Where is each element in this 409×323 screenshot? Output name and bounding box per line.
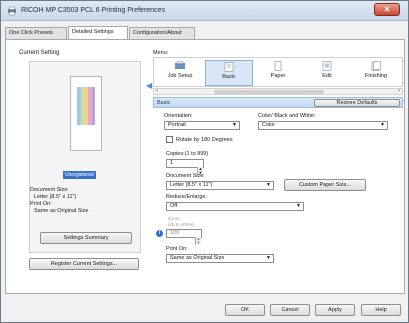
copies-spinner[interactable]: 1 ▲ ▼ bbox=[166, 159, 204, 175]
menu-item-edit[interactable]: Edit bbox=[303, 60, 351, 86]
cancel-button[interactable]: Cancel bbox=[270, 304, 310, 316]
close-button[interactable]: ✕ bbox=[374, 3, 400, 16]
doc-size-label: Document Size: bbox=[30, 187, 69, 193]
zoom-range-label: (25 to 400%) bbox=[168, 222, 194, 227]
menu-item-label: Basic bbox=[222, 74, 236, 80]
register-current-settings-button[interactable]: Register Current Settings... bbox=[29, 258, 139, 270]
zoom-spinner[interactable]: 100 ▲ ▼ bbox=[166, 229, 202, 245]
printing-preferences-window: RICOH MP C3503 PCL 6 Printing Preference… bbox=[0, 0, 409, 323]
color-select[interactable]: Color ▼ bbox=[258, 121, 388, 130]
scroll-thumb[interactable] bbox=[214, 90, 324, 94]
chevron-down-icon: ▼ bbox=[380, 122, 385, 128]
menu-item-label: Finishing bbox=[364, 73, 387, 79]
current-setting-panel: Current Setting Unregistered Document Si… bbox=[14, 46, 142, 288]
collapse-arrow-icon[interactable]: ◀ bbox=[146, 81, 152, 90]
rotate-checkbox[interactable] bbox=[166, 136, 173, 143]
doc-size-value: Letter (8.5" x 11") bbox=[34, 194, 77, 200]
window-title: RICOH MP C3503 PCL 6 Printing Preference… bbox=[21, 7, 165, 14]
chevron-down-icon: ▼ bbox=[266, 255, 271, 261]
tab-one-click-presets[interactable]: One Click Presets bbox=[5, 27, 67, 39]
chevron-down-icon: ▼ bbox=[296, 203, 301, 209]
ok-button[interactable]: OK bbox=[225, 304, 265, 316]
info-icon: i bbox=[156, 230, 163, 237]
help-button[interactable]: Help bbox=[361, 304, 401, 316]
paper-icon bbox=[274, 61, 282, 71]
copies-value: 1 bbox=[170, 160, 174, 166]
basic-section-header: Basic Restore Defaults bbox=[153, 97, 403, 108]
settings-summary-button[interactable]: Settings Summary bbox=[40, 232, 132, 244]
reduce-enlarge-label: Reduce/Enlarge: bbox=[166, 194, 207, 200]
job-setup-icon bbox=[175, 61, 185, 69]
orientation-select[interactable]: Portrait ▼ bbox=[164, 121, 240, 130]
color-label: Color/ Black and White: bbox=[258, 113, 316, 119]
basic-icon bbox=[224, 62, 234, 72]
title-bar: RICOH MP C3503 PCL 6 Printing Preference… bbox=[1, 1, 408, 21]
doc-size-field-label: Document Size: bbox=[166, 173, 205, 179]
document-size-value: Letter (8.5" x 11") bbox=[170, 182, 213, 188]
apply-button[interactable]: Apply bbox=[315, 304, 355, 316]
restore-defaults-button[interactable]: Restore Defaults bbox=[314, 99, 400, 107]
menu-item-finishing[interactable]: Finishing bbox=[352, 60, 400, 86]
menu-item-label: Edit bbox=[322, 73, 332, 79]
printer-icon bbox=[8, 6, 16, 16]
menu-item-label: Paper bbox=[270, 73, 286, 79]
copies-label: Copies:(1 to 999) bbox=[166, 151, 209, 157]
menu-label: Menu: bbox=[153, 50, 169, 56]
finishing-icon bbox=[371, 61, 381, 71]
custom-paper-size-button[interactable]: Custom Paper Size... bbox=[284, 179, 366, 191]
zoom-label: Zoom: bbox=[168, 216, 181, 221]
menu-item-label: Job Setup bbox=[167, 73, 193, 79]
scroll-left-icon[interactable]: ‹ bbox=[156, 88, 158, 94]
print-on-field-label: Print On: bbox=[166, 246, 188, 252]
preview-box: Unregistered Document Size: Letter (8.5"… bbox=[29, 61, 141, 253]
settings-name-label: Unregistered bbox=[63, 171, 96, 179]
scroll-right-icon[interactable]: › bbox=[398, 88, 400, 94]
rotate-label: Rotate by 180 Degrees bbox=[176, 137, 233, 143]
detailed-settings-panel: Current Setting Unregistered Document Si… bbox=[5, 39, 405, 294]
menu-item-job-setup[interactable]: Job Setup bbox=[156, 60, 204, 86]
section-title: Basic bbox=[157, 100, 171, 106]
color-value: Color bbox=[262, 122, 276, 128]
print-on-field-value: Same as Original Size bbox=[170, 255, 225, 261]
tab-detailed-settings[interactable]: Detailed Settings bbox=[68, 26, 128, 40]
spin-arrows-icon[interactable]: ▲ ▼ bbox=[195, 237, 201, 245]
edit-icon bbox=[322, 61, 332, 71]
reduce-enlarge-select[interactable]: Off ▼ bbox=[166, 202, 304, 211]
chevron-down-icon: ▼ bbox=[232, 122, 237, 128]
document-size-select[interactable]: Letter (8.5" x 11") ▼ bbox=[166, 181, 274, 190]
reduce-enlarge-value: Off bbox=[170, 203, 178, 209]
chevron-down-icon: ▼ bbox=[266, 182, 271, 188]
print-on-select[interactable]: Same as Original Size ▼ bbox=[166, 254, 274, 263]
tab-configuration-about[interactable]: Configuration/About bbox=[129, 27, 195, 39]
menu-scrollbar[interactable]: ‹ › bbox=[153, 88, 403, 95]
zoom-value: 100 bbox=[170, 230, 180, 236]
current-setting-title: Current Setting bbox=[19, 50, 60, 56]
orientation-value: Portrait bbox=[168, 122, 186, 128]
menu-bar: Job Setup Basic Paper Edit Finishing bbox=[153, 57, 403, 87]
menu-item-basic[interactable]: Basic bbox=[205, 60, 253, 86]
preview-image bbox=[77, 87, 95, 125]
print-on-value: Same as Original Size bbox=[34, 208, 89, 214]
page-preview bbox=[70, 76, 102, 151]
orientation-label: Orientation: bbox=[164, 113, 193, 119]
menu-item-paper[interactable]: Paper bbox=[254, 60, 302, 86]
print-on-label: Print On: bbox=[30, 201, 52, 207]
